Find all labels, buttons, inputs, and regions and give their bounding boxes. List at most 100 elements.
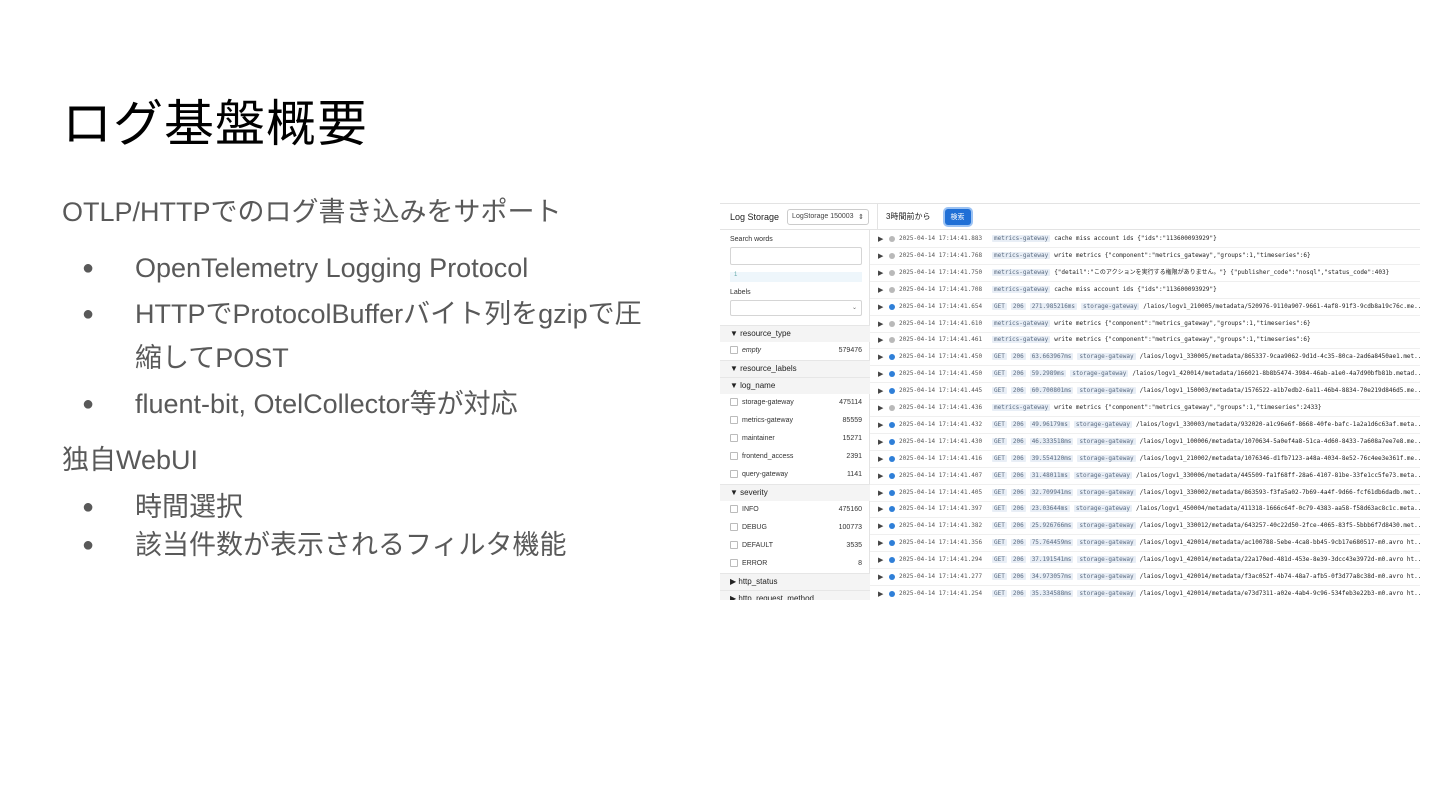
facet-option[interactable]: DEFAULT 3535: [720, 537, 870, 554]
facet-option[interactable]: empty 579476: [720, 342, 870, 359]
log-row[interactable]: ▶ 2025-04-14 17:14:41.610 metrics-gateway w…: [870, 316, 1420, 333]
log-content: GET 206 75.764459ms storage-gateway/laios/l…: [992, 535, 1420, 551]
log-content: metrics-gateway write metrics {"component…: [992, 248, 1311, 264]
log-row[interactable]: ▶ 2025-04-14 17:14:41.382 GET 206 25.926766m…: [870, 518, 1420, 536]
expand-arrow-icon[interactable]: ▶: [878, 400, 883, 416]
log-row[interactable]: ▶ 2025-04-14 17:14:41.461 metrics-gateway w…: [870, 332, 1420, 350]
facet-checkbox[interactable]: [730, 452, 738, 460]
log-message: /laios/logv1_330012/metadata/643257-40c2…: [1139, 522, 1420, 530]
expand-arrow-icon[interactable]: ▶: [878, 383, 883, 399]
expand-arrow-icon[interactable]: ▶: [878, 282, 883, 298]
facet-checkbox[interactable]: [730, 559, 738, 567]
log-tag: GET: [992, 437, 1007, 445]
log-timestamp: 2025-04-14 17:14:41.445: [899, 387, 983, 395]
log-content: GET 206 39.554120ms storage-gateway/laios/l…: [992, 451, 1420, 467]
log-content: GET 206 31.48011ms storage-gateway/laios/lo…: [992, 468, 1420, 484]
log-content: metrics-gateway write metrics {"component…: [992, 316, 1311, 332]
log-row[interactable]: ▶ 2025-04-14 17:14:41.654 GET 206 271.985216…: [870, 299, 1420, 316]
facet-option[interactable]: metrics-gateway 85559: [720, 412, 870, 429]
log-tag: storage-gateway: [1077, 539, 1136, 547]
search-button[interactable]: 検索: [944, 208, 971, 225]
facet-header-http-status[interactable]: ▶ http_status: [720, 573, 870, 590]
facet-option-count: 579476: [838, 347, 862, 354]
divider: [877, 204, 879, 230]
time-range[interactable]: 3時間前から: [886, 211, 930, 222]
expand-arrow-icon[interactable]: ▶: [878, 451, 883, 467]
expand-arrow-icon[interactable]: ▶: [878, 501, 883, 517]
expand-arrow-icon[interactable]: ▶: [878, 552, 883, 568]
log-tag: GET: [992, 539, 1007, 547]
log-row[interactable]: ▶ 2025-04-14 17:14:41.450 GET 206 63.663967m…: [870, 349, 1420, 367]
facet-checkbox[interactable]: [730, 470, 738, 478]
expand-arrow-icon[interactable]: ▶: [878, 349, 883, 365]
expand-arrow-icon[interactable]: ▶: [878, 518, 883, 534]
log-row[interactable]: ▶ 2025-04-14 17:14:41.445 GET 206 60.700801m…: [870, 383, 1420, 401]
facet-option-count: 1141: [846, 471, 862, 478]
log-row[interactable]: ▶ 2025-04-14 17:14:41.750 metrics-gateway{…: [870, 265, 1420, 282]
facet-header-severity[interactable]: ▼ severity: [720, 484, 870, 501]
expand-arrow-icon[interactable]: ▶: [878, 316, 883, 332]
log-row[interactable]: ▶ 2025-04-14 17:14:41.397 GET 206 23.03644ms…: [870, 501, 1420, 519]
facet-option[interactable]: INFO 475160: [720, 501, 870, 518]
facet-header-resource-labels[interactable]: ▼ resource_labels: [720, 360, 870, 377]
facet-header-log-name[interactable]: ▼ log_name: [720, 377, 870, 394]
facet-option[interactable]: DEBUG 100773: [720, 519, 870, 536]
log-tag: storage-gateway: [1077, 353, 1136, 361]
log-tag: 34.973057ms: [1029, 573, 1074, 580]
facet-header-resource-type[interactable]: ▼ resource_type: [720, 325, 870, 342]
log-row[interactable]: ▶ 2025-04-14 17:14:41.768 metrics-gateway w…: [870, 248, 1420, 265]
search-words-input[interactable]: [730, 247, 862, 265]
bullet-item: 該当件数が表示されるフィルタ機能: [62, 526, 662, 564]
expand-arrow-icon[interactable]: ▶: [878, 248, 883, 264]
log-tag: GET: [992, 522, 1007, 530]
log-tag: storage-gateway: [1077, 437, 1136, 445]
log-row[interactable]: ▶ 2025-04-14 17:14:41.294 GET 206 37.191541m…: [870, 552, 1420, 570]
log-tag: GET: [992, 573, 1007, 580]
expand-arrow-icon[interactable]: ▶: [878, 366, 883, 382]
facet-checkbox[interactable]: [730, 505, 738, 513]
facet-checkbox[interactable]: [730, 523, 738, 531]
log-row[interactable]: ▶ 2025-04-14 17:14:41.450 GET 206 59.2989ms s…: [870, 366, 1420, 384]
severity-dot-icon: [889, 320, 895, 327]
log-row[interactable]: ▶ 2025-04-14 17:14:41.277 GET 206 34.973057m…: [870, 569, 1420, 586]
log-row[interactable]: ▶ 2025-04-14 17:14:41.708 metrics-gateway c…: [870, 282, 1420, 299]
expand-arrow-icon[interactable]: ▶: [878, 535, 883, 551]
facet-option[interactable]: maintainer 15271: [720, 430, 870, 447]
facet-checkbox[interactable]: [730, 346, 738, 354]
expand-arrow-icon[interactable]: ▶: [878, 265, 883, 281]
expand-arrow-icon[interactable]: ▶: [878, 468, 883, 484]
expand-arrow-icon[interactable]: ▶: [878, 434, 883, 450]
facet-option[interactable]: query-gateway 1141: [720, 466, 870, 483]
log-row[interactable]: ▶ 2025-04-14 17:14:41.416 GET 206 39.554120m…: [870, 451, 1420, 468]
facet-option[interactable]: storage-gateway 475114: [720, 394, 870, 411]
log-row[interactable]: ▶ 2025-04-14 17:14:41.432 GET 206 49.96179ms…: [870, 417, 1420, 434]
log-row[interactable]: ▶ 2025-04-14 17:14:41.356 GET 206 75.764459m…: [870, 535, 1420, 553]
facet-header-http-request-method[interactable]: ▶ http_request_method: [720, 590, 870, 600]
log-row[interactable]: ▶ 2025-04-14 17:14:41.883 metrics-gateway c…: [870, 231, 1420, 248]
log-list: ▶ 2025-04-14 17:14:41.883 metrics-gateway c…: [870, 230, 1420, 600]
expand-arrow-icon[interactable]: ▶: [878, 485, 883, 501]
facet-option[interactable]: frontend_access 2391: [720, 448, 870, 465]
log-row[interactable]: ▶ 2025-04-14 17:14:41.405 GET 206 32.709941m…: [870, 485, 1420, 502]
expand-arrow-icon[interactable]: ▶: [878, 586, 883, 600]
updown-icon: ⇕: [858, 213, 865, 221]
log-message: /laios/logv1_100006/metadata/1070634-5a0…: [1139, 437, 1420, 445]
expand-arrow-icon[interactable]: ▶: [878, 417, 883, 433]
labels-select[interactable]: ⌄: [730, 300, 862, 316]
storage-select[interactable]: LogStorage 150003 ⇕: [787, 208, 870, 225]
expand-arrow-icon[interactable]: ▶: [878, 231, 883, 247]
expand-arrow-icon[interactable]: ▶: [878, 299, 883, 315]
log-row[interactable]: ▶ 2025-04-14 17:14:41.430 GET 206 46.333518m…: [870, 434, 1420, 451]
log-row[interactable]: ▶ 2025-04-14 17:14:41.254 GET 206 35.334588m…: [870, 586, 1420, 600]
expand-arrow-icon[interactable]: ▶: [878, 569, 883, 585]
expand-arrow-icon[interactable]: ▶: [878, 332, 883, 348]
facet-checkbox[interactable]: [730, 434, 738, 442]
facet-checkbox[interactable]: [730, 398, 738, 406]
facet-option[interactable]: ERROR 8: [720, 555, 870, 572]
facet-checkbox[interactable]: [730, 416, 738, 424]
log-row[interactable]: ▶ 2025-04-14 17:14:41.407 GET 206 31.48011ms…: [870, 468, 1420, 485]
facet-checkbox[interactable]: [730, 541, 738, 549]
log-timestamp: 2025-04-14 17:14:41.436: [899, 404, 983, 411]
log-row[interactable]: ▶ 2025-04-14 17:14:41.436 metrics-gateway w…: [870, 400, 1420, 417]
search-chip[interactable]: 1: [730, 272, 862, 282]
